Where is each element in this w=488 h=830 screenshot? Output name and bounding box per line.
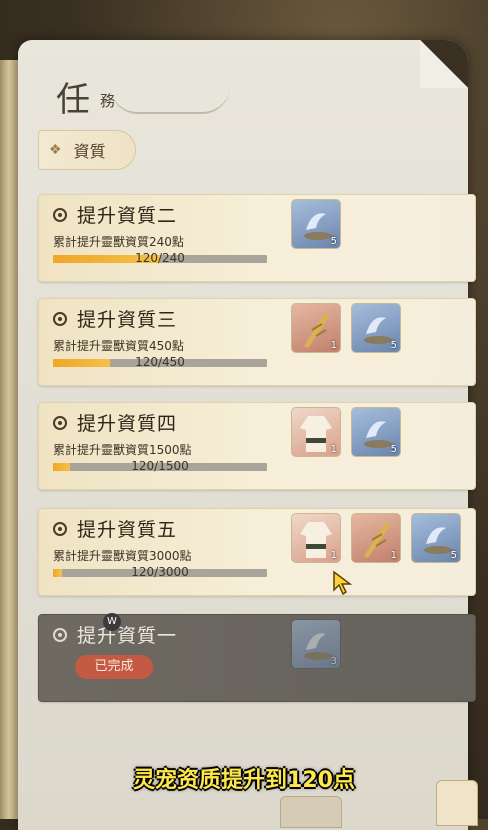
reward-quantity: 3 [330, 656, 337, 667]
task-title: 提升資質二 [77, 205, 178, 227]
status-badge: 已完成 [75, 655, 153, 679]
task-title: 提升資質四 [77, 413, 178, 435]
reward-item[interactable]: 5 [411, 513, 461, 563]
progress-text: 120/3000 [131, 565, 189, 579]
reward-quantity: 1 [330, 340, 337, 351]
progress-text: 120/1500 [131, 459, 189, 473]
task-description: 累計提升靈獸資質3000點 [53, 549, 192, 563]
task-title: 提升資質一 [77, 625, 178, 647]
task-description: 累計提升靈獸資質1500點 [53, 443, 192, 457]
reward-quantity: 1 [330, 444, 337, 455]
task-description: 累計提升靈獸資質450點 [53, 339, 184, 353]
reward-quantity: 5 [390, 340, 397, 351]
task-card[interactable]: 提升資質二 累計提升靈獸資質240點 120/240 5 [38, 194, 476, 282]
page-title: 任 [56, 80, 92, 120]
task-card[interactable]: 提升資質四 累計提升靈獸資質1500點 120/1500 1 5 [38, 402, 476, 490]
reward-item[interactable]: 1 [291, 303, 341, 353]
task-card[interactable]: 提升資質五 累計提升靈獸資質3000點 120/3000 1 1 5 [38, 508, 476, 596]
w-key-badge: W [103, 613, 121, 631]
reward-item[interactable]: 5 [351, 407, 401, 457]
task-title: 提升資質三 [77, 309, 178, 331]
reward-item[interactable]: 1 [291, 513, 341, 563]
task-bullet-icon [53, 312, 67, 326]
reward-item[interactable]: 5 [291, 199, 341, 249]
video-subtitle: 灵宠资质提升到120点 [133, 768, 355, 793]
cloud-swirl-decoration [110, 86, 230, 114]
reward-item[interactable]: 3 [291, 619, 341, 669]
reward-item[interactable]: 1 [351, 513, 401, 563]
section-tab-label: 資質 [73, 142, 106, 161]
task-card-completed[interactable]: 提升資質一 W 已完成 3 [38, 613, 476, 702]
reward-quantity: 5 [330, 236, 337, 247]
task-card[interactable]: 提升資質三 累計提升靈獸資質450點 120/450 1 5 [38, 298, 476, 386]
progress-text: 120/240 [135, 251, 185, 265]
page-title-sub: 務 [100, 92, 116, 110]
task-bullet-icon [53, 522, 67, 536]
section-tab-aptitude[interactable]: ❖ 資質 [38, 130, 136, 170]
reward-item[interactable]: 5 [351, 303, 401, 353]
reward-item[interactable]: 1 [291, 407, 341, 457]
task-title: 提升資質五 [77, 519, 178, 541]
mouse-cursor-icon [332, 570, 354, 600]
reward-quantity: 1 [390, 550, 397, 561]
progress-text: 120/450 [135, 355, 185, 369]
reward-quantity: 1 [330, 550, 337, 561]
diamond-icon: ❖ [49, 142, 62, 158]
bottom-page-tab[interactable] [280, 796, 342, 828]
task-bullet-icon [53, 416, 67, 430]
reward-quantity: 5 [450, 550, 457, 561]
reward-quantity: 5 [390, 444, 397, 455]
task-bullet-icon [53, 628, 67, 642]
task-bullet-icon [53, 208, 67, 222]
task-description: 累計提升靈獸資質240點 [53, 235, 184, 249]
